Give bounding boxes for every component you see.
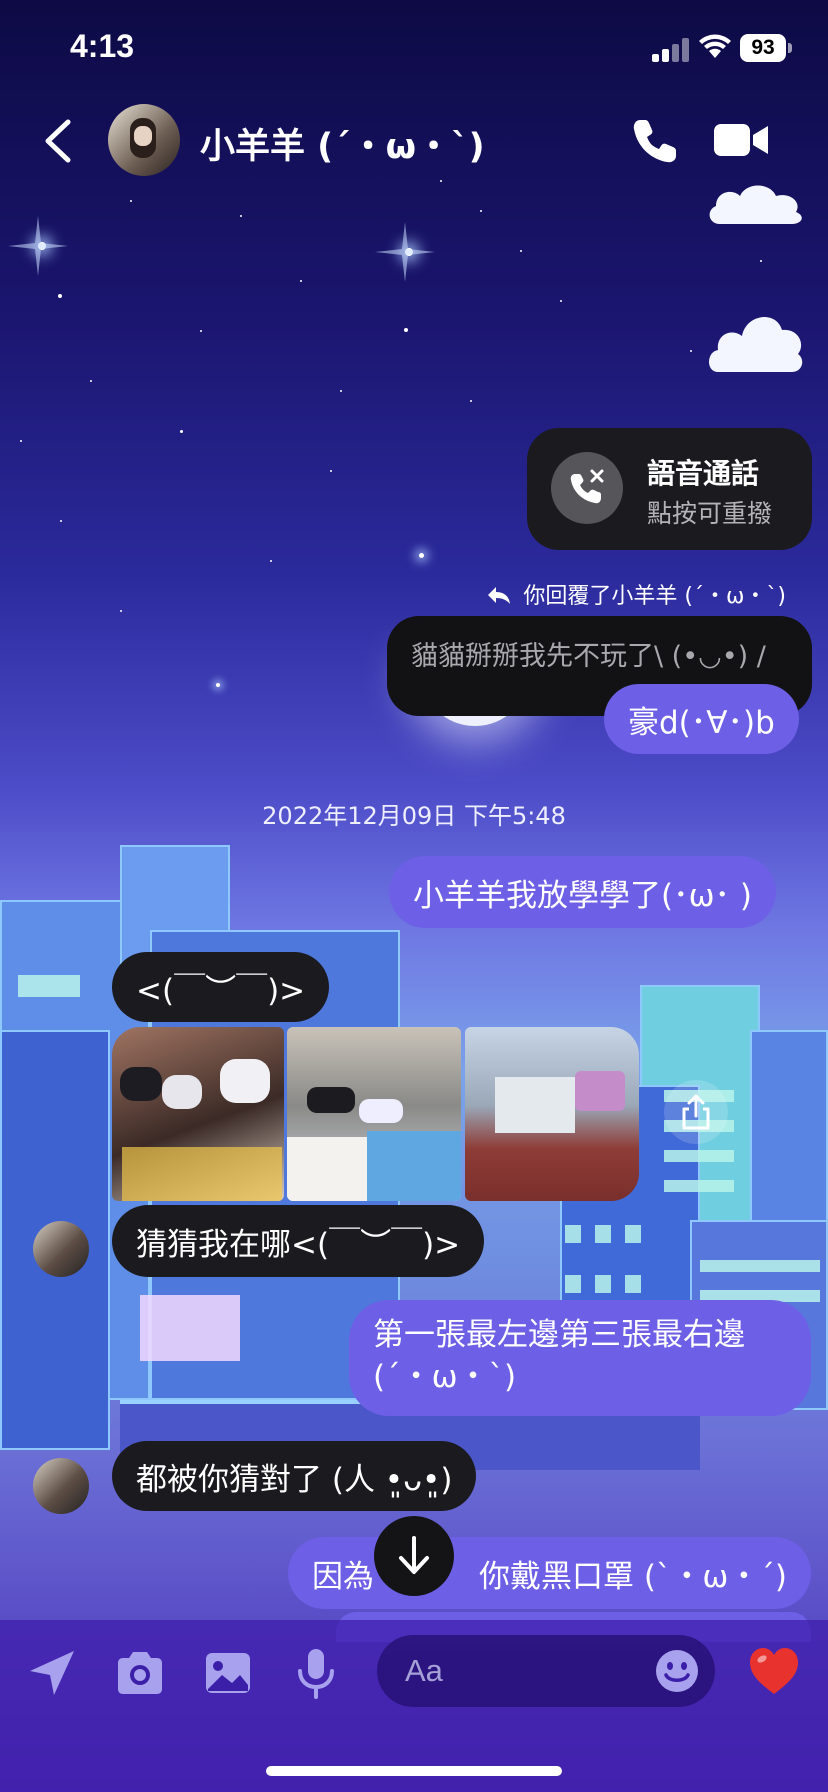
gallery-icon[interactable]: [200, 1645, 256, 1701]
message-outgoing[interactable]: 第一張最左邊第三張最右邊 (´・ω・`): [349, 1300, 811, 1416]
wifi-icon: [699, 34, 731, 58]
sparkle-icon: [8, 216, 68, 276]
phone-missed-icon: [570, 469, 604, 504]
cloud-icon: [709, 317, 803, 372]
share-button[interactable]: [664, 1080, 728, 1144]
message-input[interactable]: [405, 1649, 625, 1693]
share-icon: [682, 1094, 710, 1130]
message-outgoing[interactable]: 小羊羊我放學學了(･ω･ ): [389, 856, 777, 928]
quoted-message-text: 貓貓掰掰我先不玩了\ (•◡•) /: [411, 641, 766, 672]
chat-screen: 4:13 93 小羊羊 (´・ω・`) 語音通話 點按可重撥 你回覆了小羊羊 (…: [0, 0, 828, 1792]
message-composer[interactable]: [377, 1635, 715, 1707]
battery-indicator: 93: [740, 34, 786, 62]
call-title: 語音通話: [647, 457, 760, 490]
contact-avatar-small[interactable]: [33, 1221, 89, 1277]
contact-avatar-small[interactable]: [33, 1458, 89, 1514]
smiley-icon[interactable]: [655, 1649, 699, 1693]
message-text: 小羊羊我放學學了(･ω･ ): [413, 877, 753, 914]
reply-label: 你回覆了小羊羊 (´・ω・`): [486, 578, 786, 610]
message-text-line: (´・ω・`): [373, 1359, 517, 1395]
status-time: 4:13: [70, 28, 135, 64]
contact-avatar[interactable]: [108, 104, 180, 176]
phone-icon[interactable]: [630, 116, 680, 166]
call-icon-circle: [551, 452, 623, 524]
photo-thumbnail[interactable]: [465, 1027, 639, 1201]
message-incoming[interactable]: <(￣︶￣)>: [112, 952, 330, 1022]
reply-label-text: 你回覆了小羊羊 (´・ω・`): [523, 584, 786, 609]
message-text-line: 第一張最左邊第三張最右邊: [373, 1317, 745, 1353]
heart-icon[interactable]: [748, 1646, 800, 1696]
home-indicator: [266, 1766, 562, 1776]
sparkle-icon: [375, 222, 435, 282]
cellular-signal-icon: [652, 38, 689, 62]
message-text: 猜猜我在哪<(￣︶￣)>: [136, 1226, 461, 1263]
message-timestamp: 2022年12月09日 下午5:48: [262, 802, 566, 830]
microphone-icon[interactable]: [288, 1645, 344, 1701]
contact-name[interactable]: 小羊羊 (´・ω・`): [200, 118, 485, 169]
message-text: 因為: [312, 1558, 374, 1595]
cloud-icon: [709, 185, 802, 224]
message-outgoing[interactable]: 因為 你戴黑口罩 (`・ω・´): [288, 1537, 811, 1609]
message-incoming[interactable]: 都被你猜對了 (人 •͈ᴗ•͈): [112, 1441, 477, 1511]
message-text: 都被你猜對了 (人 •͈ᴗ•͈): [136, 1461, 453, 1498]
message-outgoing[interactable]: 豪d(･∀･)b: [604, 684, 799, 754]
voice-call-card[interactable]: 語音通話 點按可重撥: [527, 428, 812, 550]
photo-thumbnail[interactable]: [112, 1027, 284, 1201]
reply-arrow-icon: [488, 587, 511, 604]
video-camera-icon[interactable]: [714, 122, 770, 158]
photo-thumbnail[interactable]: [287, 1027, 461, 1201]
message-text: <(￣︶￣)>: [136, 972, 306, 1009]
send-location-icon[interactable]: [24, 1645, 80, 1701]
call-subtitle: 點按可重撥: [647, 499, 773, 528]
message-incoming[interactable]: 猜猜我在哪<(￣︶￣)>: [112, 1205, 485, 1277]
message-text: 你戴黑口罩 (`・ω・´): [478, 1558, 787, 1595]
arrow-down-icon: [399, 1536, 429, 1574]
scroll-to-bottom-button[interactable]: [374, 1516, 454, 1596]
battery-tip: [788, 43, 792, 53]
message-text: 豪d(･∀･)b: [628, 704, 775, 741]
camera-icon[interactable]: [112, 1645, 168, 1701]
back-chevron-icon[interactable]: [40, 118, 80, 164]
